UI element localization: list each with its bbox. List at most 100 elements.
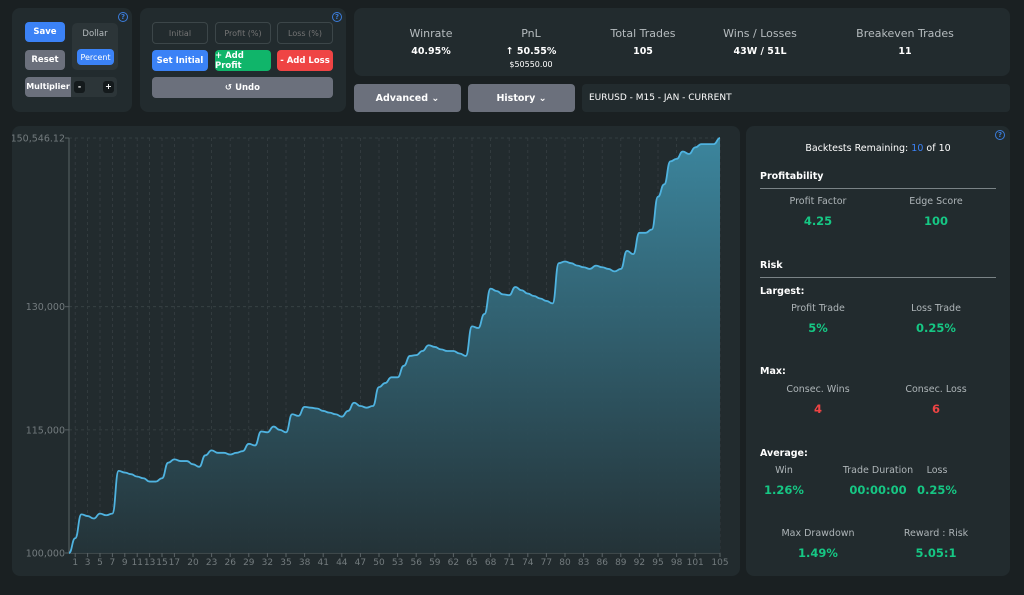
max-drawdown-value: 1.49%: [798, 546, 838, 560]
x-tick-label: 5: [97, 558, 103, 568]
wins-losses-value: 43W / 51L: [733, 46, 787, 57]
multiplier-increment-button[interactable]: +: [103, 81, 114, 93]
x-tick-label: 80: [559, 558, 571, 568]
add-loss-button[interactable]: - Add Loss: [277, 50, 333, 71]
x-tick-label: 13: [144, 558, 155, 568]
breakeven-value: 11: [898, 46, 912, 57]
divider: [760, 188, 996, 189]
x-tick-label: 83: [578, 558, 589, 568]
x-tick-label: 92: [634, 558, 645, 568]
y-tick-label: 130,000: [26, 302, 65, 313]
multiplier-label: Multiplier: [25, 77, 71, 97]
x-tick-label: 101: [687, 558, 704, 568]
x-tick-label: 68: [485, 558, 497, 568]
advanced-dropdown[interactable]: Advanced ⌄: [354, 84, 461, 112]
help-icon[interactable]: ?: [995, 130, 1005, 140]
risk-title: Risk: [760, 260, 783, 271]
save-button[interactable]: Save: [25, 22, 65, 42]
mode-option-dollar[interactable]: Dollar: [72, 29, 118, 39]
x-tick-label: 41: [317, 558, 328, 568]
reward-risk-stat: Reward : Risk 5.05:1: [876, 528, 996, 560]
y-axis-ticks: 100,000 115,000 130,000 150,546.12: [12, 134, 69, 560]
x-tick-label: 26: [224, 558, 236, 568]
reward-risk-label: Reward : Risk: [903, 528, 969, 539]
edge-score-stat: Edge Score 100: [876, 196, 996, 228]
trade-entry-panel: ? Set Initial + Add Profit - Add Loss ↺ …: [140, 8, 346, 112]
y-tick-label: 150,546.12: [12, 134, 65, 145]
avg-win-value: 1.26%: [764, 483, 804, 497]
x-tick-label: 65: [466, 558, 477, 568]
summary-panel: Winrate 40.95% PnL ↑ 50.55% $50550.00 To…: [354, 8, 1010, 76]
x-tick-label: 32: [262, 558, 273, 568]
avg-loss-label: Loss: [926, 465, 948, 476]
max-title: Max:: [760, 366, 786, 377]
x-tick-label: 98: [671, 558, 683, 568]
x-tick-label: 9: [122, 558, 128, 568]
largest-profit-label: Profit Trade: [791, 303, 845, 314]
edge-score-label: Edge Score: [909, 196, 963, 207]
multiplier-control: Multiplier - +: [25, 77, 117, 97]
equity-chart-panel: 100,000 115,000 130,000 150,546.12 1 3 5 7 9 11 1…: [12, 126, 740, 576]
x-tick-label: 35: [280, 558, 291, 568]
x-tick-label: 77: [541, 558, 552, 568]
statistics-panel: ? Backtests Remaining: 10 of 10 Profitab…: [746, 126, 1010, 576]
consec-wins-label: Consec. Wins: [786, 384, 850, 395]
largest-profit-stat: Profit Trade 5%: [758, 303, 878, 335]
average-title: Average:: [760, 448, 808, 459]
avg-loss-value: 0.25%: [917, 483, 957, 497]
mode-option-percent[interactable]: Percent: [77, 49, 114, 65]
add-profit-button[interactable]: + Add Profit: [215, 50, 271, 71]
x-tick-label: 74: [522, 558, 534, 568]
set-initial-button[interactable]: Set Initial: [152, 50, 208, 71]
x-tick-label: 62: [448, 558, 459, 568]
x-tick-label: 29: [243, 558, 255, 568]
x-tick-label: 56: [410, 558, 422, 568]
undo-button[interactable]: ↺ Undo: [152, 77, 333, 98]
edge-score-value: 100: [923, 214, 948, 228]
initial-input[interactable]: [152, 22, 208, 44]
divider: [760, 277, 996, 278]
reset-button[interactable]: Reset: [25, 50, 65, 70]
x-tick-label: 38: [299, 558, 311, 568]
wins-losses-label: Wins / Losses: [723, 27, 797, 40]
multiplier-decrement-button[interactable]: -: [74, 81, 85, 93]
x-tick-label: 86: [596, 558, 608, 568]
reward-risk-value: 5.05:1: [915, 546, 957, 560]
x-tick-label: 20: [187, 558, 199, 568]
x-tick-label: 95: [652, 558, 663, 568]
profitability-title: Profitability: [760, 171, 824, 182]
history-dropdown[interactable]: History ⌄: [468, 84, 575, 112]
backtests-remaining: Backtests Remaining: 10 of 10: [746, 143, 1010, 154]
max-drawdown-label: Max Drawdown: [781, 528, 855, 539]
largest-loss-label: Loss Trade: [911, 303, 961, 314]
pnl-amount: $50550.00: [509, 60, 553, 69]
largest-profit-value: 5%: [808, 321, 828, 335]
largest-title: Largest:: [760, 286, 805, 297]
largest-loss-stat: Loss Trade 0.25%: [876, 303, 996, 335]
help-icon[interactable]: ?: [332, 12, 342, 22]
session-name-bar: EURUSD - M15 - JAN - CURRENT: [582, 84, 1010, 112]
controls-panel: ? Save Reset Dollar Percent Multiplier -…: [12, 8, 132, 112]
profit-percent-input[interactable]: [215, 22, 271, 44]
y-tick-label: 115,000: [26, 425, 65, 436]
avg-win-label: Win: [775, 465, 793, 476]
x-tick-label: 47: [355, 558, 366, 568]
x-tick-label: 11: [131, 558, 142, 568]
x-tick-label: 105: [711, 558, 728, 568]
largest-loss-value: 0.25%: [916, 321, 956, 335]
consec-wins-value: 4: [813, 402, 822, 416]
x-tick-label: 17: [169, 558, 180, 568]
wins-losses-stat: Wins / Losses 43W / 51L: [690, 27, 830, 57]
consec-loss-stat: Consec. Loss 6: [876, 384, 996, 416]
loss-percent-input[interactable]: [277, 22, 333, 44]
y-tick-label: 100,000: [26, 549, 65, 560]
breakeven-stat: Breakeven Trades 11: [835, 27, 975, 57]
backtests-total: of 10: [926, 143, 951, 154]
consec-loss-label: Consec. Loss: [905, 384, 967, 395]
x-tick-label: 44: [336, 558, 348, 568]
x-tick-label: 89: [615, 558, 627, 568]
consec-loss-value: 6: [931, 402, 940, 416]
help-icon[interactable]: ?: [118, 12, 128, 22]
equity-chart: 100,000115,000130,000150,546.12 1 3 5 7 9 11 1…: [12, 134, 729, 569]
x-tick-label: 3: [85, 558, 91, 568]
